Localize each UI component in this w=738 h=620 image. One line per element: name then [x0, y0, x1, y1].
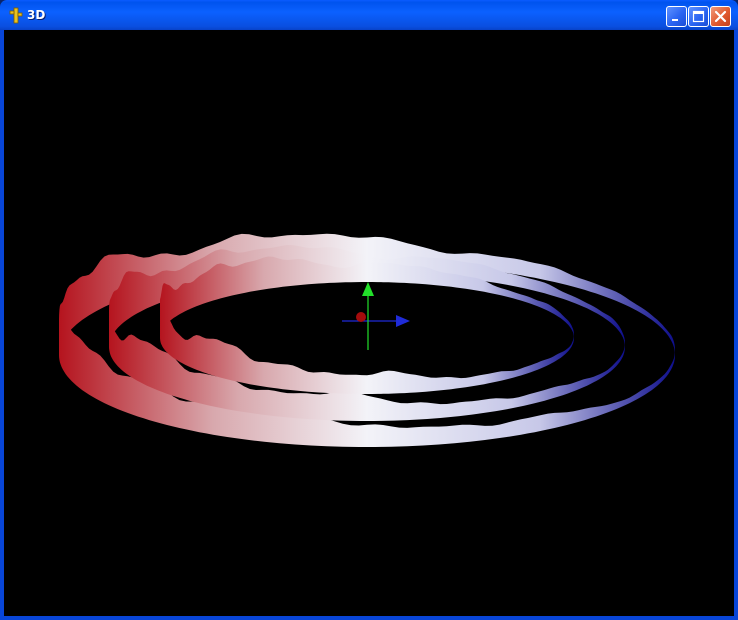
3d-scene[interactable] — [4, 30, 734, 616]
maximize-button[interactable] — [688, 6, 709, 27]
x-axis-arrowhead — [396, 315, 410, 327]
title-bar[interactable]: 3D — [0, 0, 738, 30]
window-title: 3D — [27, 8, 46, 22]
maximize-icon — [692, 10, 705, 23]
minimize-icon — [672, 19, 678, 21]
window-frame-bottom[interactable] — [0, 616, 738, 620]
ribbon-group — [59, 233, 675, 447]
3d-viewport[interactable] — [4, 30, 734, 616]
z-axis-marker — [356, 312, 366, 322]
y-axis-arrowhead — [362, 282, 374, 296]
close-icon — [714, 10, 727, 23]
cactus-icon — [9, 7, 23, 24]
app-window: 3D — [0, 0, 738, 620]
minimize-button[interactable] — [666, 6, 687, 27]
window-frame-right[interactable] — [734, 30, 738, 620]
close-button[interactable] — [710, 6, 731, 27]
axis-gizmo — [342, 282, 410, 350]
